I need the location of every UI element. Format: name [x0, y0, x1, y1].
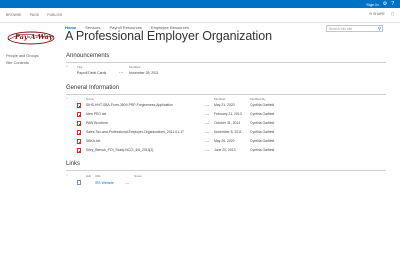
document-modified: May 26, 2020 [214, 139, 235, 143]
document-menu-icon[interactable]: ··· [205, 140, 209, 145]
general-col-modified-by[interactable]: Modified By [250, 97, 266, 101]
help-icon[interactable]: ? [391, 0, 394, 8]
document-menu-icon[interactable]: ··· [205, 113, 209, 118]
document-name[interactable]: SBKA-tat [86, 139, 100, 143]
general-col-name[interactable]: Name [86, 97, 94, 101]
search-icon[interactable]: ⚲ [378, 26, 381, 31]
document-modified-by[interactable]: Cynthia Garfield [250, 130, 274, 134]
announcements-divider [66, 62, 386, 63]
ribbon-actions: ✉ SHARE ▢ [369, 12, 394, 16]
document-menu-icon[interactable]: ··· [205, 122, 209, 127]
document-name[interactable]: PAW Brochure [86, 121, 108, 125]
page-title: A Professional Employer Organization [65, 29, 272, 43]
document-modified-by[interactable]: Cynthia Garfield [250, 103, 274, 107]
document-modified: November 8, 2011 [214, 130, 242, 134]
announcement-menu-icon[interactable]: ··· [119, 71, 123, 76]
logo-text: Pay-A-Way [15, 33, 53, 41]
suite-bar: Sign In ⚙ ? [0, 0, 400, 8]
search-box[interactable]: Search this site ⚲ [326, 25, 383, 32]
share-button[interactable]: ✉ SHARE [369, 12, 385, 16]
link-menu-icon[interactable]: ··· [125, 182, 129, 187]
general-information-heading[interactable]: General Information [66, 85, 119, 91]
focus-button[interactable]: ▢ [391, 12, 394, 16]
quicklaunch-site-contents[interactable]: Site Contents [6, 61, 39, 65]
tab-publish[interactable]: PUBLISH [47, 13, 62, 17]
document-menu-icon[interactable]: ··· [205, 131, 209, 136]
search-input[interactable]: Search this site [329, 27, 352, 31]
document-modified: February 21, 2013 [214, 112, 242, 116]
suite-bar-right: Sign In ⚙ ? [366, 0, 394, 8]
document-modified-by[interactable]: Cynthia Garfield [250, 112, 274, 116]
select-all-checkbox[interactable]: ✓ [66, 96, 69, 100]
announcement-modified: November 28, 2011 [129, 71, 159, 75]
pdf-file-icon [77, 139, 81, 144]
links-col-notes[interactable]: Notes [134, 174, 142, 178]
document-name[interactable]: SIHS-HHT-SBA-Form-3509-PRP-Forgiveness-A… [86, 103, 173, 107]
links-col-edit[interactable]: Edit [86, 174, 91, 178]
general-information-divider [66, 94, 386, 95]
document-name[interactable]: Kiley_Bernck_POI_Study-NCCI_40t_2013[1] [86, 148, 153, 152]
ribbon-tabs: BROWSE PAGE PUBLISH [6, 13, 62, 17]
announcements-heading[interactable]: Announcements [66, 53, 109, 59]
sign-in-link[interactable]: Sign In [366, 2, 378, 7]
document-modified: October 31, 2014 [214, 121, 241, 125]
document-menu-icon[interactable]: ··· [205, 149, 209, 154]
links-heading[interactable]: Links [66, 161, 80, 167]
general-col-modified[interactable]: Modified [214, 97, 225, 101]
select-all-checkbox[interactable]: ✓ [66, 173, 69, 177]
announcement-title[interactable]: Payroll Debit Cards [77, 71, 106, 75]
document-modified-by[interactable]: Cynthia Garfield [250, 139, 274, 143]
share-icon: ✉ [369, 12, 373, 16]
pdf-file-icon [77, 148, 81, 153]
pdf-file-icon [77, 130, 81, 135]
pdf-file-icon [77, 121, 81, 126]
tab-browse[interactable]: BROWSE [6, 13, 22, 17]
pdf-file-icon [77, 112, 81, 117]
document-modified: June 20, 2013 [214, 148, 236, 152]
quick-launch: People and Groups Site Contents [6, 54, 39, 68]
gear-icon[interactable]: ⚙ [383, 0, 387, 8]
links-col-url[interactable]: URL [95, 174, 101, 178]
announcements-col-modified[interactable]: Modified [129, 65, 140, 69]
document-modified-by[interactable]: Cynthia Garfield [250, 148, 274, 152]
document-modified-by[interactable]: Cynthia Garfield [250, 121, 274, 125]
pdf-file-icon [77, 103, 81, 108]
document-name[interactable]: Sales-Tax-and-Professional-Employer-Orga… [86, 130, 184, 134]
select-all-checkbox[interactable]: ✓ [66, 64, 69, 68]
quicklaunch-people-and-groups[interactable]: People and Groups [6, 54, 39, 58]
links-divider [66, 170, 386, 171]
announcements-col-title[interactable]: Title [77, 65, 83, 69]
link-url[interactable]: IRS Website [95, 181, 114, 185]
edit-item-icon[interactable] [77, 180, 81, 185]
tab-page[interactable]: PAGE [30, 13, 40, 17]
site-logo[interactable]: Pay-A-Way [6, 30, 56, 46]
document-menu-icon[interactable]: ··· [205, 104, 209, 109]
document-modified: May 21, 2020 [214, 103, 235, 107]
focus-icon: ▢ [390, 12, 394, 16]
share-label: SHARE [373, 12, 385, 16]
document-name[interactable]: New PEO tax [86, 112, 106, 116]
ribbon: BROWSE PAGE PUBLISH ✉ SHARE ▢ [0, 8, 400, 23]
